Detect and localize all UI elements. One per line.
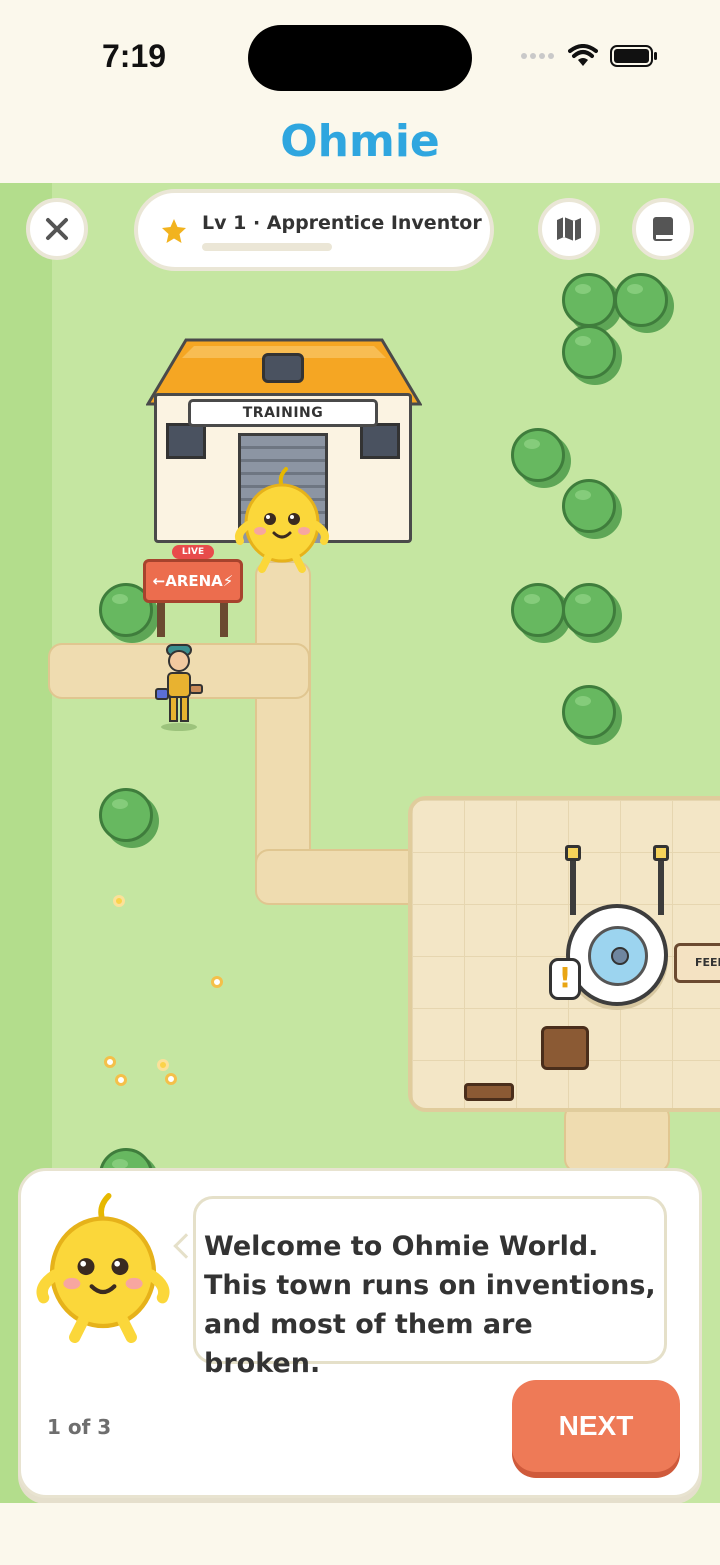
battery-icon xyxy=(610,45,657,67)
tree xyxy=(99,788,153,842)
flower xyxy=(211,976,223,988)
dirt-path xyxy=(255,849,425,905)
page-indicator: 1 of 3 xyxy=(47,1415,112,1439)
fountain[interactable] xyxy=(566,904,668,1006)
tree xyxy=(511,428,565,482)
star-icon xyxy=(162,219,186,243)
dynamic-island xyxy=(248,25,472,91)
tree xyxy=(562,479,616,533)
training-sign: TRAINING xyxy=(188,399,378,427)
flower xyxy=(115,1074,127,1086)
flower xyxy=(104,1056,116,1068)
street-lamp xyxy=(658,855,664,915)
tree xyxy=(511,583,565,637)
dialog-message: Welcome to Ohmie World. This town runs o… xyxy=(204,1231,656,1379)
sign-post xyxy=(220,601,228,637)
arena-sign[interactable]: ←ARENA⚡ xyxy=(143,559,243,603)
app-title: Ohmie xyxy=(280,116,440,167)
bench xyxy=(464,1083,514,1101)
book-button[interactable] xyxy=(632,198,694,260)
sign-post xyxy=(157,601,165,637)
flower xyxy=(165,1073,177,1085)
signal-icon xyxy=(521,53,554,59)
level-indicator[interactable]: Lv 1 · Apprentice Inventor xyxy=(134,189,494,271)
map-icon xyxy=(557,217,581,241)
bottom-safe-area xyxy=(0,1503,720,1565)
ohmie-mascot[interactable] xyxy=(234,467,330,573)
status-icons xyxy=(520,44,658,68)
flower xyxy=(157,1059,169,1071)
building-window xyxy=(166,423,206,459)
building-window xyxy=(360,423,400,459)
book-icon xyxy=(653,217,673,241)
fountain-spout xyxy=(611,947,629,965)
speech-bubble: Welcome to Ohmie World. This town runs o… xyxy=(193,1196,667,1379)
worker-npc[interactable] xyxy=(152,643,206,731)
next-button[interactable]: NEXT xyxy=(512,1380,680,1472)
tree xyxy=(562,685,616,739)
ohmie-avatar xyxy=(36,1193,170,1343)
roof-vent xyxy=(262,353,304,383)
close-button[interactable] xyxy=(26,198,88,260)
tree xyxy=(562,273,616,327)
status-time: 7:19 xyxy=(102,38,167,74)
tree xyxy=(562,325,616,379)
wifi-icon xyxy=(568,44,598,66)
status-bar: 7:19 xyxy=(0,0,720,110)
flower xyxy=(113,895,125,907)
treasure-chest[interactable] xyxy=(541,1026,589,1070)
level-progress-bar xyxy=(202,243,332,251)
lamp-light xyxy=(565,845,581,861)
live-badge: LIVE xyxy=(172,545,214,559)
fountain-water xyxy=(588,926,648,986)
lamp-light xyxy=(653,845,669,861)
tutorial-dialog: Welcome to Ohmie World. This town runs o… xyxy=(18,1168,702,1498)
feedback-sign[interactable]: FEED xyxy=(674,943,720,983)
map-button[interactable] xyxy=(538,198,600,260)
tree xyxy=(614,273,668,327)
quest-marker[interactable]: ! xyxy=(549,958,581,1000)
dirt-path xyxy=(564,1103,670,1173)
street-lamp xyxy=(570,855,576,915)
level-label: Lv 1 · Apprentice Inventor xyxy=(202,212,482,234)
tree xyxy=(562,583,616,637)
close-icon xyxy=(46,218,68,240)
